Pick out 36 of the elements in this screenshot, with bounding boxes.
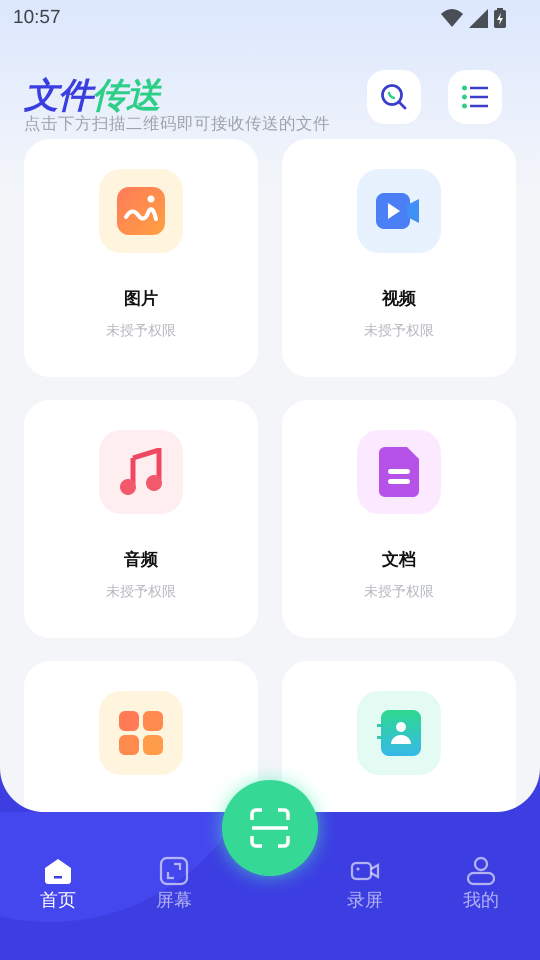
nav-tab[interactable]: 首页 [0, 856, 116, 920]
nav-tab[interactable]: 我的 [423, 856, 539, 920]
contacts-book-icon [377, 710, 421, 756]
category-name: 视频 [382, 288, 416, 310]
image-icon [117, 187, 165, 235]
subtitle: 点击下方扫描二维码即可接收传送的文件 [24, 113, 330, 135]
category-name: 文档 [382, 549, 416, 571]
scan-icon [250, 808, 290, 848]
battery-icon [494, 8, 506, 28]
home-icon [43, 856, 73, 886]
permission-status: 未授予权限 [106, 322, 176, 340]
user-icon [466, 856, 496, 886]
music-note-icon [119, 448, 163, 496]
screen-frame-icon [159, 856, 189, 886]
category-name: 图片 [124, 288, 158, 310]
category-card[interactable]: 音频 未授予权限 [24, 400, 258, 638]
nav-tab[interactable]: 屏幕 [116, 856, 232, 920]
nav-tab[interactable]: 录屏 [307, 856, 423, 920]
document-icon [379, 447, 419, 497]
status-time: 10:57 [13, 7, 61, 29]
search-button[interactable] [367, 70, 421, 124]
permission-status: 未授予权限 [364, 322, 434, 340]
permission-status: 未授予权限 [364, 583, 434, 601]
menu-icon [462, 85, 488, 109]
apps-grid-icon [119, 711, 163, 755]
video-icon [376, 193, 422, 229]
category-card[interactable]: 视频 未授予权限 [282, 139, 516, 377]
category-card[interactable]: 文档 未授予权限 [282, 400, 516, 638]
menu-button[interactable] [448, 70, 502, 124]
category-card[interactable]: 图片 未授予权限 [24, 139, 258, 377]
signal-icon [469, 8, 488, 28]
wifi-icon [441, 9, 463, 27]
category-name: 音频 [124, 549, 158, 571]
search-icon [380, 83, 408, 111]
app-title: 文件传送 [24, 76, 160, 116]
permission-status: 未授予权限 [106, 583, 176, 601]
